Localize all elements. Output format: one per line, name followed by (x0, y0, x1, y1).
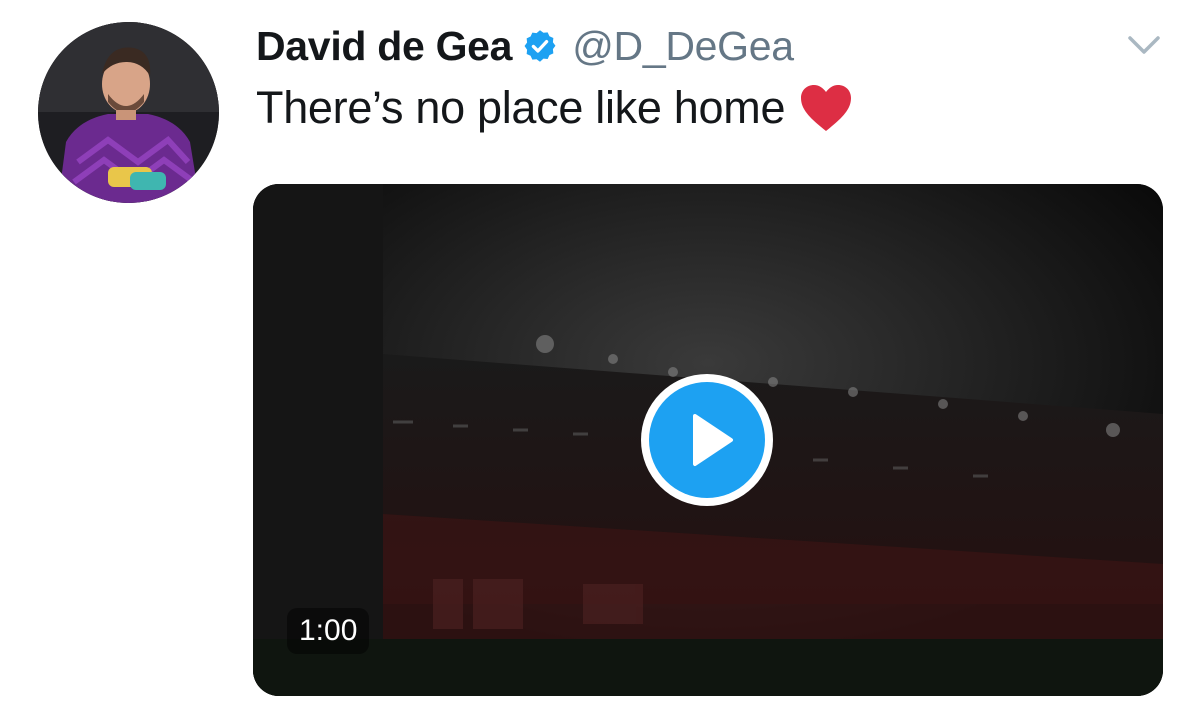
avatar[interactable] (38, 22, 219, 203)
chevron-down-icon[interactable] (1124, 30, 1164, 60)
video-player[interactable]: 1:00 (253, 184, 1163, 696)
verified-badge-icon (524, 30, 556, 62)
display-name[interactable]: David de Gea (256, 23, 512, 70)
tweet-text-row: There’s no place like home (256, 82, 853, 134)
tweet[interactable]: David de Gea @D_DeGea There’s no place l… (0, 0, 1200, 703)
play-icon (693, 414, 733, 466)
handle[interactable]: @D_DeGea (572, 23, 794, 70)
play-icon-bg (649, 382, 765, 498)
tweet-header: David de Gea @D_DeGea (256, 18, 794, 74)
avatar-photo (38, 22, 219, 203)
tweet-text: There’s no place like home (256, 82, 786, 133)
video-duration: 1:00 (287, 608, 370, 654)
play-button[interactable] (641, 374, 773, 506)
red-heart-emoji-icon (801, 85, 852, 131)
